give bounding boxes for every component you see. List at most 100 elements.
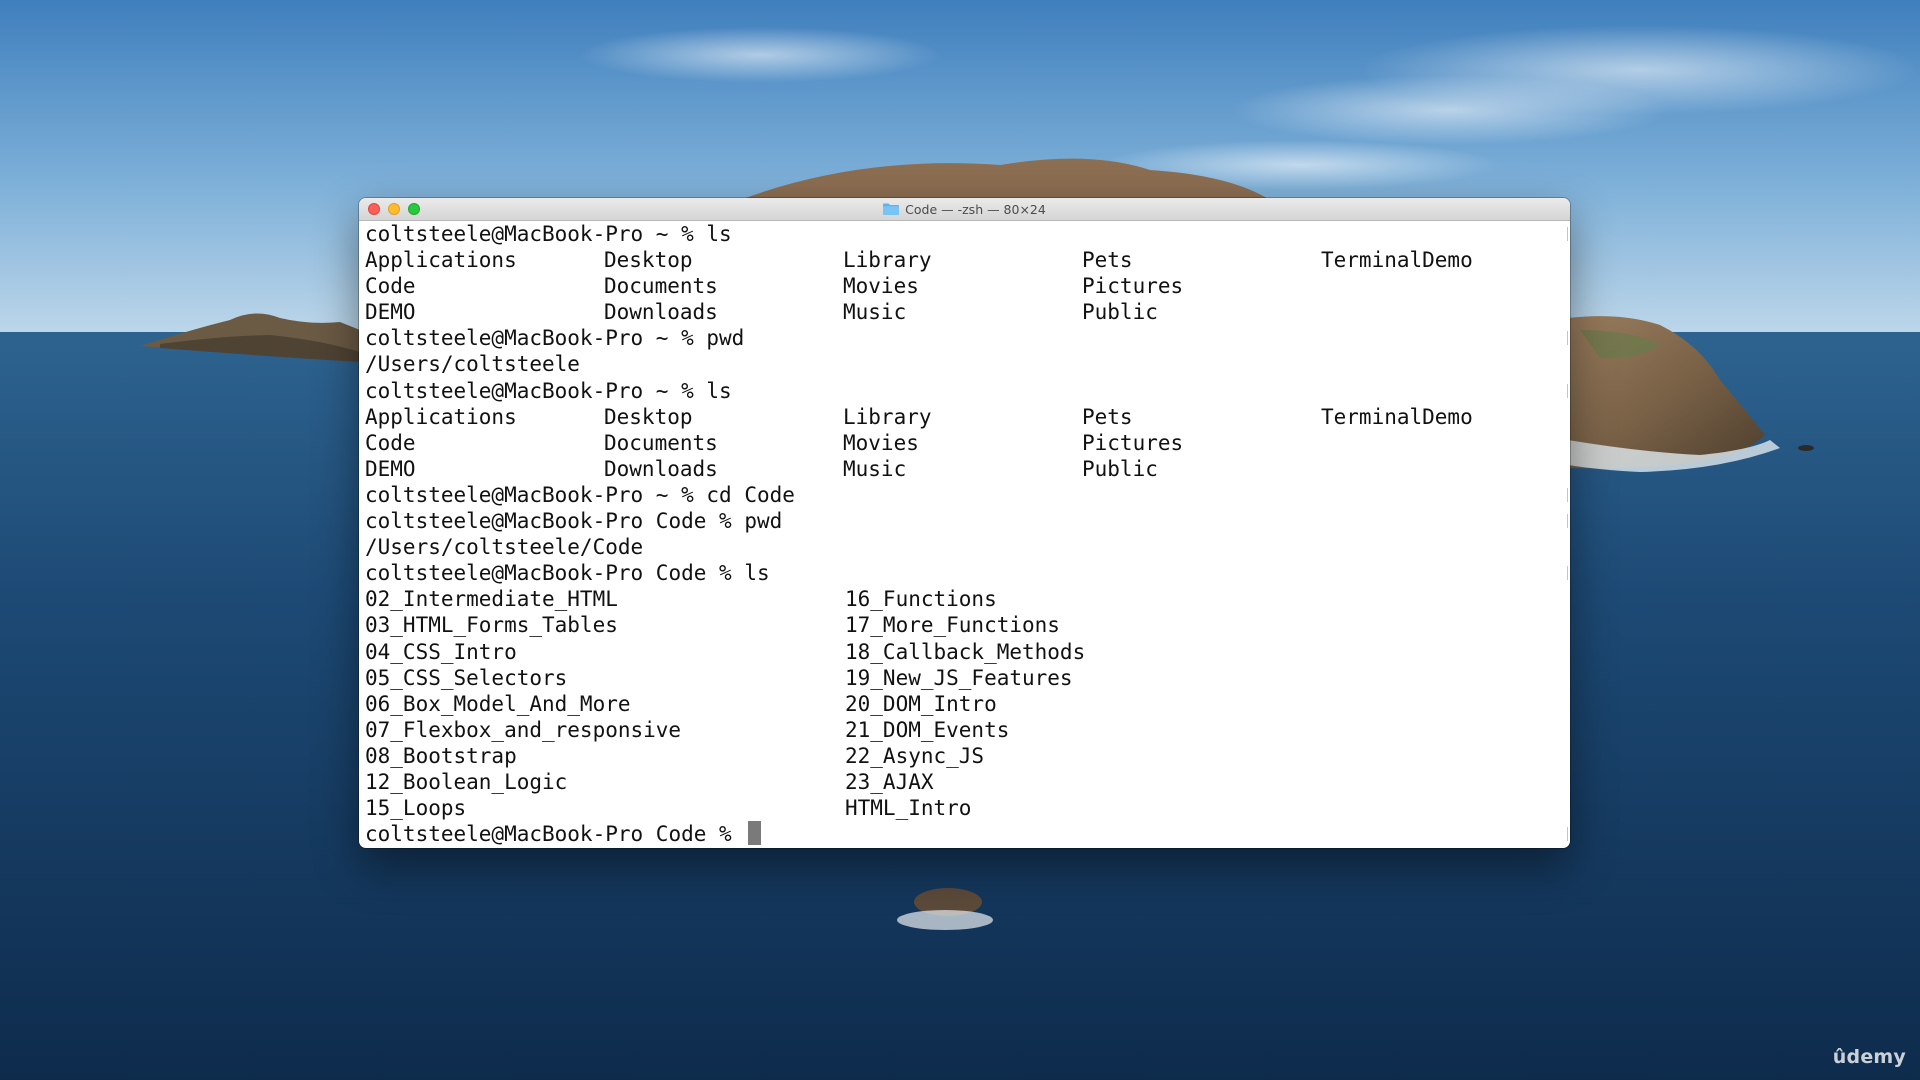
listing-entry: HTML_Intro bbox=[845, 796, 972, 821]
prompt-dir: ~ bbox=[643, 482, 669, 507]
prompt-command: cd Code bbox=[693, 482, 795, 507]
listing-entry: 12_Boolean_Logic bbox=[365, 769, 568, 794]
prompt-dir: ~ bbox=[643, 222, 669, 246]
listing-row: DEMO Downloads Music Public bbox=[365, 299, 1560, 325]
output-line: /Users/coltsteele bbox=[365, 351, 1560, 377]
udemy-watermark: ûdemy bbox=[1832, 1046, 1906, 1068]
prompt-command bbox=[732, 821, 745, 847]
prompt-dir: Code bbox=[643, 509, 707, 534]
listing-row: 04_CSS_Intro 18_Callback_Methods bbox=[365, 639, 1560, 665]
prompt-sym: % bbox=[668, 482, 694, 507]
listing-row: 02_Intermediate_HTML 16_Functions bbox=[365, 586, 1560, 612]
listing-entry: Public bbox=[1082, 456, 1158, 481]
listing-entry: Library bbox=[843, 404, 932, 429]
listing-entry: Pets bbox=[1082, 404, 1133, 429]
listing-entry: Pictures bbox=[1082, 274, 1184, 299]
listing-entry: 15_Loops bbox=[365, 796, 467, 821]
listing-row: Applications Desktop Library Pets TerminalDe… bbox=[365, 404, 1560, 430]
listing-entry: TerminalDemo bbox=[1321, 248, 1473, 273]
scroll-mark bbox=[1567, 383, 1568, 398]
listing-entry: Applications bbox=[365, 404, 517, 429]
prompt-user: coltsteele@MacBook-Pro bbox=[365, 561, 644, 586]
listing-entry: 20_DOM_Intro bbox=[845, 691, 997, 716]
prompt-line: coltsteele@MacBook-Pro Code % bbox=[365, 821, 1560, 847]
listing-row: 08_Bootstrap 22_Async_JS bbox=[365, 743, 1560, 769]
listing-entry: 18_Callback_Methods bbox=[845, 639, 1086, 664]
prompt-user: coltsteele@MacBook-Pro bbox=[365, 482, 644, 507]
listing-entry: Music bbox=[843, 300, 907, 325]
listing-entry: Downloads bbox=[604, 456, 718, 481]
listing-entry: Desktop bbox=[604, 248, 693, 273]
zoom-button[interactable] bbox=[408, 203, 420, 215]
listing-entry: Documents bbox=[604, 274, 718, 299]
window-title: Code — -zsh — 80×24 bbox=[905, 201, 1046, 217]
scroll-mark bbox=[1567, 488, 1568, 502]
listing-row: DEMO Downloads Music Public bbox=[365, 456, 1560, 482]
listing-entry bbox=[1321, 456, 1560, 482]
listing-entry: Movies bbox=[843, 430, 919, 455]
listing-entry: 04_CSS_Intro bbox=[365, 639, 517, 664]
prompt-sym: % bbox=[668, 222, 694, 246]
listing-entry: 22_Async_JS bbox=[845, 743, 985, 768]
listing-entry: Public bbox=[1082, 300, 1158, 325]
listing-entry: DEMO bbox=[365, 456, 416, 481]
output-text: /Users/coltsteele/Code bbox=[365, 535, 644, 560]
output-text: /Users/coltsteele bbox=[365, 352, 580, 377]
terminal-window[interactable]: Code — -zsh — 80×24 coltsteele@MacBook-P… bbox=[359, 198, 1570, 848]
listing-entry: Pictures bbox=[1082, 430, 1184, 455]
listing-entry: 07_Flexbox_and_responsive bbox=[365, 717, 682, 742]
prompt-line: coltsteele@MacBook-Pro ~ % ls bbox=[365, 378, 1560, 404]
listing-row: 07_Flexbox_and_responsive 21_DOM_Events bbox=[365, 717, 1560, 743]
title-bar[interactable]: Code — -zsh — 80×24 bbox=[359, 198, 1570, 221]
prompt-line: coltsteele@MacBook-Pro ~ % ls bbox=[365, 221, 1560, 247]
prompt-sym: % bbox=[706, 509, 732, 534]
scroll-mark bbox=[1567, 566, 1568, 581]
minimize-button[interactable] bbox=[388, 203, 400, 215]
prompt-dir: ~ bbox=[643, 326, 669, 351]
prompt-user: coltsteele@MacBook-Pro bbox=[365, 822, 644, 847]
folder-icon bbox=[883, 203, 900, 215]
listing-row: Code Documents Movies Pictures bbox=[365, 430, 1560, 456]
listing-entry: Documents bbox=[604, 430, 718, 455]
listing-entry: DEMO bbox=[365, 300, 416, 325]
listing-entry: 03_HTML_Forms_Tables bbox=[365, 613, 618, 638]
prompt-user: coltsteele@MacBook-Pro bbox=[365, 509, 644, 534]
text-cursor bbox=[748, 821, 762, 846]
prompt-command: ls bbox=[693, 378, 732, 403]
scrollbar[interactable] bbox=[1565, 221, 1568, 848]
listing-entry: 16_Functions bbox=[845, 587, 997, 612]
output-line: /Users/coltsteele/Code bbox=[365, 534, 1560, 560]
listing-entry: 05_CSS_Selectors bbox=[365, 665, 568, 690]
listing-entry: Library bbox=[843, 248, 932, 273]
listing-entry: TerminalDemo bbox=[1321, 404, 1473, 429]
listing-entry: Applications bbox=[365, 248, 517, 273]
listing-row: 06_Box_Model_And_More 20_DOM_Intro bbox=[365, 691, 1560, 717]
terminal-output[interactable]: coltsteele@MacBook-Pro ~ % ls Application… bbox=[365, 221, 1560, 848]
listing-entry bbox=[1321, 299, 1560, 325]
prompt-sym: % bbox=[706, 561, 732, 586]
scroll-mark bbox=[1567, 514, 1568, 529]
scroll-mark bbox=[1567, 827, 1568, 842]
listing-row: Applications Desktop Library Pets TerminalDe… bbox=[365, 247, 1560, 273]
prompt-sym: % bbox=[668, 378, 694, 403]
listing-entry: Desktop bbox=[604, 404, 693, 429]
prompt-dir: Code bbox=[643, 561, 707, 586]
close-button[interactable] bbox=[368, 203, 380, 215]
scroll-mark bbox=[1567, 227, 1568, 241]
listing-entry: Pets bbox=[1082, 248, 1133, 273]
listing-entry: Code bbox=[365, 430, 416, 455]
listing-entry: 06_Box_Model_And_More bbox=[365, 691, 631, 716]
listing-entry: 21_DOM_Events bbox=[845, 717, 1010, 742]
prompt-line: coltsteele@MacBook-Pro ~ % cd Code bbox=[365, 482, 1560, 508]
listing-entry: 08_Bootstrap bbox=[365, 743, 517, 768]
listing-entry bbox=[1321, 430, 1560, 456]
prompt-sym: % bbox=[668, 326, 694, 351]
scroll-mark bbox=[1567, 331, 1568, 346]
prompt-command: ls bbox=[693, 222, 732, 246]
listing-row: Code Documents Movies Pictures bbox=[365, 273, 1560, 299]
prompt-command: pwd bbox=[693, 326, 745, 351]
listing-entry: Music bbox=[843, 456, 907, 481]
listing-entry: Movies bbox=[843, 274, 919, 299]
prompt-dir: ~ bbox=[643, 378, 669, 403]
prompt-command: ls bbox=[731, 561, 770, 586]
